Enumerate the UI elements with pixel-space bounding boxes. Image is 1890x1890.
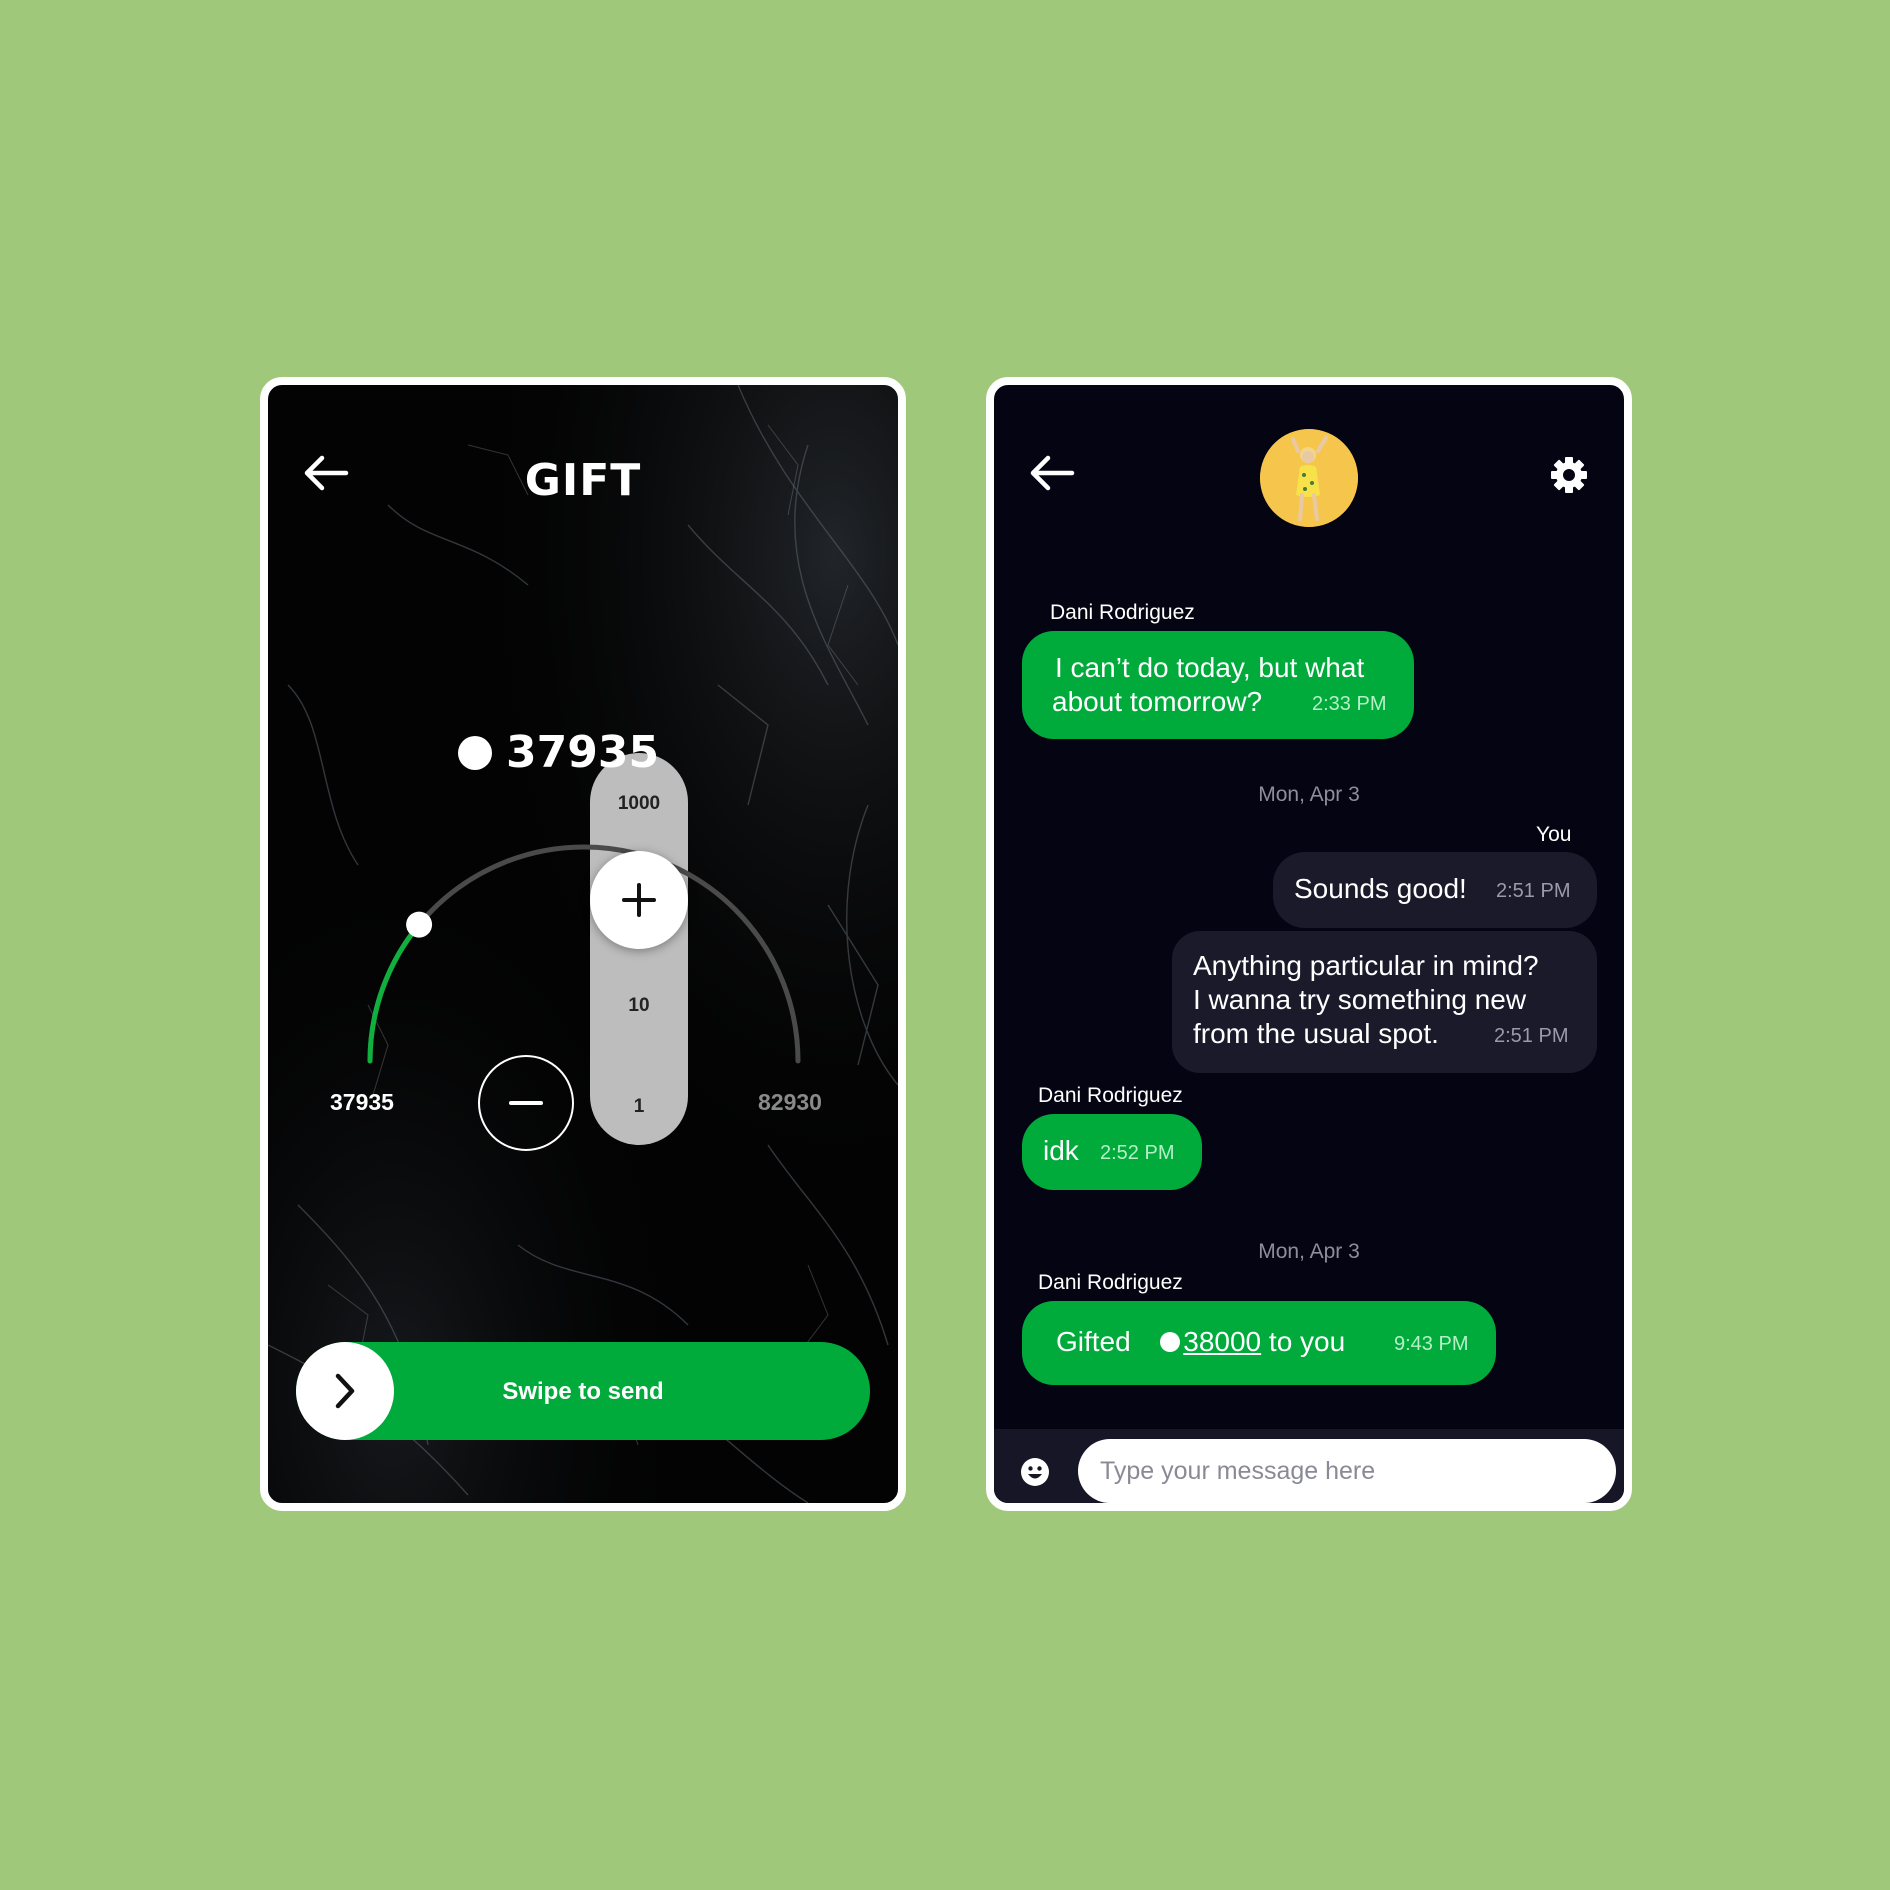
emoji-icon (1021, 1458, 1049, 1486)
increase-button[interactable] (590, 851, 688, 949)
message-time: 9:43 PM (1394, 1333, 1469, 1355)
message-input[interactable] (1078, 1439, 1616, 1503)
message-bubble[interactable]: Anything particular in mind? I wanna try… (1172, 931, 1597, 1073)
message-bubble[interactable]: Sounds good! 2:51 PM (1273, 852, 1597, 928)
message-time: 2:51 PM (1496, 880, 1571, 902)
gift-prefix: Gifted (1056, 1326, 1131, 1357)
avatar[interactable] (1260, 429, 1358, 527)
back-arrow-icon (1030, 455, 1075, 491)
avatar-photo (1260, 429, 1358, 527)
gift-message-bubble[interactable]: Gifted 38000 to you 9:43 PM (1022, 1301, 1496, 1385)
message-time: 2:33 PM (1312, 693, 1387, 715)
plus-icon (622, 883, 656, 917)
slider-track (367, 844, 801, 1064)
message-time: 2:51 PM (1494, 1025, 1569, 1047)
message-composer (994, 1429, 1624, 1503)
gift-screen: GIFT 1000 10 1 37935 37935 82930 Swipe t… (260, 377, 906, 1511)
range-min-label: 37935 (330, 1089, 394, 1115)
back-button[interactable] (1028, 453, 1076, 493)
sender-name: Dani Rodriguez (1050, 601, 1195, 624)
emoji-button[interactable] (1020, 1457, 1050, 1492)
message-time: 2:52 PM (1100, 1142, 1175, 1164)
message-text: I can’t do today, but what (1055, 652, 1365, 683)
swipe-to-send[interactable]: Swipe to send (296, 1342, 870, 1440)
message-bubble[interactable]: I can’t do today, but what about tomorro… (1022, 631, 1414, 739)
swipe-handle[interactable] (296, 1342, 394, 1440)
chevron-right-icon (335, 1373, 355, 1409)
gift-amount-link[interactable]: 38000 (1183, 1326, 1261, 1357)
sender-name: Dani Rodriguez (1038, 1271, 1183, 1294)
slider-thumb[interactable] (406, 911, 433, 938)
message-text: about tomorrow? (1052, 686, 1263, 717)
chat-screen: Dani Rodriguez I can’t do today, but wha… (986, 377, 1632, 1511)
date-separator: Mon, Apr 3 (1258, 1240, 1360, 1263)
date-separator: Mon, Apr 3 (1258, 783, 1360, 806)
slider-fill (367, 922, 422, 1064)
gear-icon (1551, 457, 1587, 493)
gift-suffix: to you (1268, 1326, 1346, 1357)
decrease-button[interactable] (478, 1055, 574, 1151)
message-text: from the usual spot. (1193, 1018, 1439, 1049)
minus-icon (509, 1101, 543, 1105)
gift-message-text: Gifted 38000 to you (1056, 1325, 1345, 1359)
sender-name: Dani Rodriguez (1038, 1084, 1183, 1107)
message-text: Anything particular in mind? (1193, 950, 1539, 981)
coin-icon (1160, 1332, 1181, 1352)
message-text: Sounds good! (1294, 873, 1467, 904)
range-max-label: 82930 (758, 1089, 822, 1115)
message-bubble[interactable]: idk 2:52 PM (1022, 1114, 1202, 1190)
sender-name: You (1536, 823, 1572, 846)
message-text: I wanna try something new (1193, 984, 1527, 1015)
message-text: idk (1043, 1135, 1079, 1166)
settings-button[interactable] (1549, 455, 1589, 500)
amount-slider[interactable] (268, 385, 898, 1503)
